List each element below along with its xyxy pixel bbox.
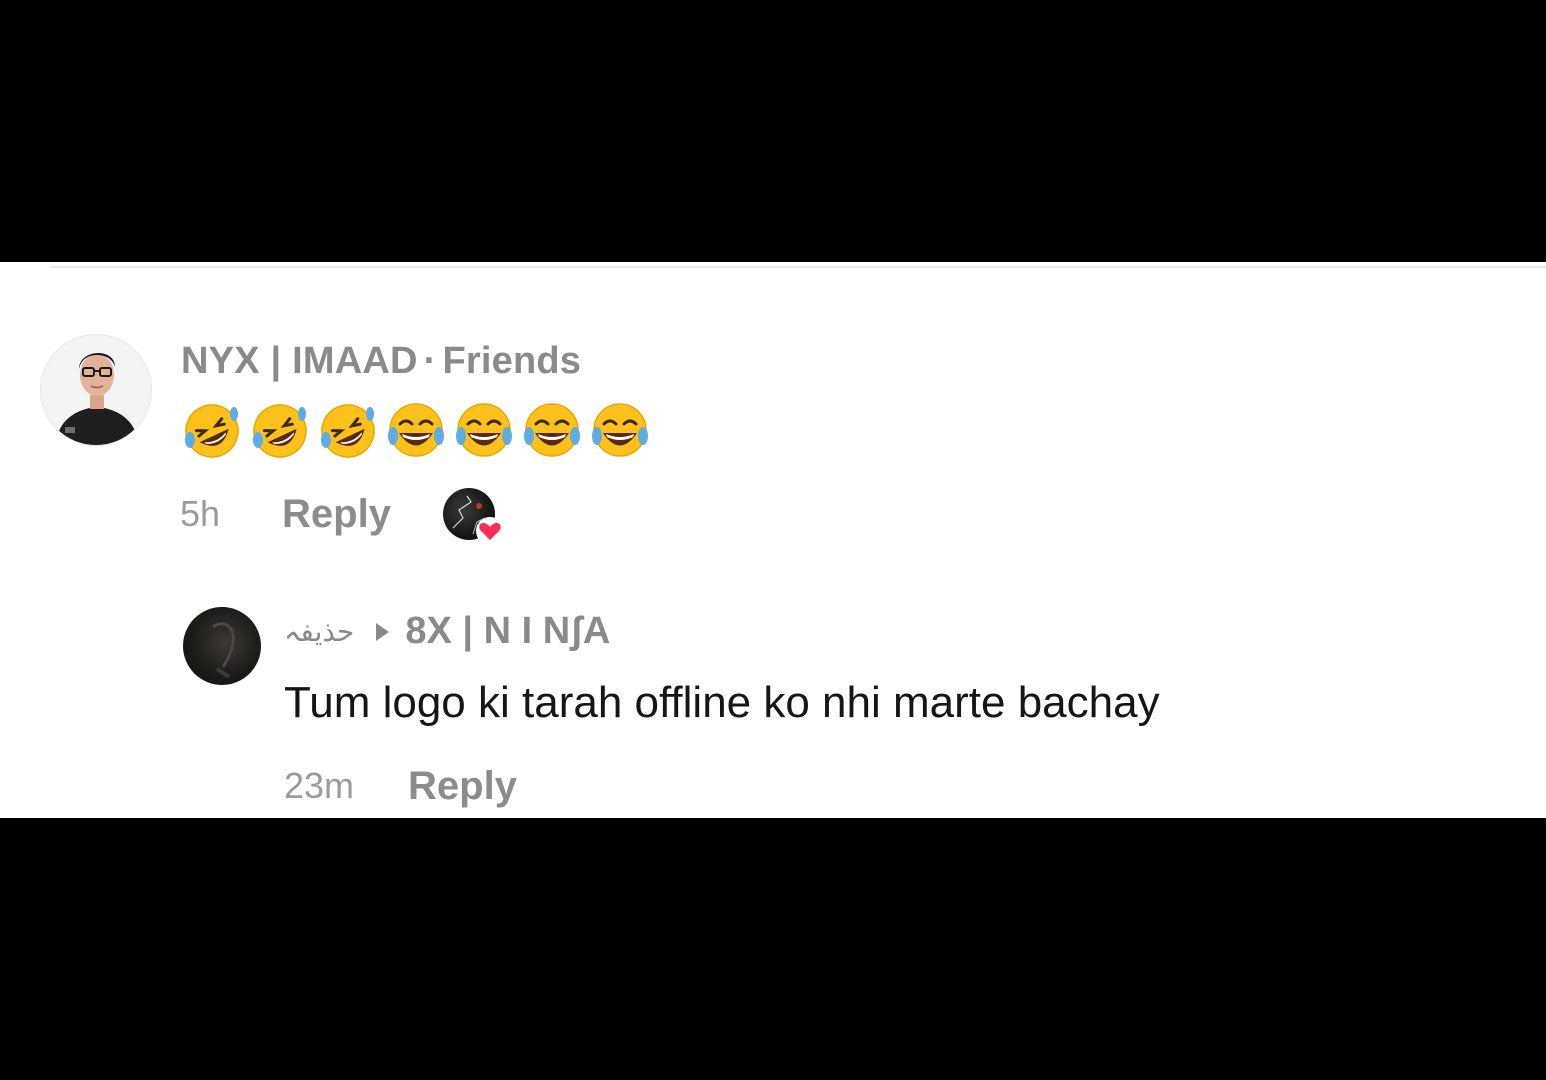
dark-avatar-icon: [211, 622, 235, 679]
comment-timestamp: 5h: [180, 493, 221, 534]
comment-header: NYX | IMAAD · Friends: [181, 340, 581, 383]
replier-username[interactable]: حذيفہ: [284, 615, 354, 648]
joy-emoji-icon: [524, 403, 580, 457]
rofl-emoji-icon: [321, 404, 375, 458]
reply-meta: 23m Reply: [284, 762, 517, 810]
person-avatar-icon: [41, 335, 151, 445]
commenter-username[interactable]: NYX | IMAAD: [181, 340, 418, 382]
friends-label: Friends: [442, 340, 582, 382]
liked-by-creator-badge: [442, 488, 504, 545]
reply-timestamp: 23m: [284, 765, 355, 806]
reply-button[interactable]: Reply: [282, 492, 391, 537]
commenter-avatar[interactable]: [40, 334, 152, 446]
reply-to-username[interactable]: 8X | N I NʃA: [405, 610, 610, 653]
rofl-emoji-icon: [253, 404, 307, 458]
replier-avatar[interactable]: [183, 607, 261, 685]
heart-icon: [475, 517, 504, 545]
comments-panel: NYX | IMAAD · Friends 5h Reply حذيفہ 8X …: [0, 262, 1546, 818]
separator-dot: ·: [423, 340, 437, 382]
joy-emoji-icon: [592, 403, 648, 457]
reply-header: حذيفہ 8X | N I NʃA: [284, 610, 610, 653]
divider: [50, 266, 1546, 268]
joy-emoji-icon: [388, 403, 444, 457]
comment-text: [182, 402, 650, 460]
reply-text: Tum logo ki tarah offline ko nhi marte b…: [284, 678, 1160, 727]
play-triangle-icon: [376, 622, 390, 641]
video-frame: NYX | IMAAD · Friends 5h Reply حذيفہ 8X …: [0, 0, 1546, 1080]
reply-button[interactable]: Reply: [408, 764, 517, 809]
comment-meta: 5h Reply: [180, 488, 504, 545]
rofl-emoji-icon: [185, 404, 239, 458]
joy-emoji-icon: [456, 403, 512, 457]
